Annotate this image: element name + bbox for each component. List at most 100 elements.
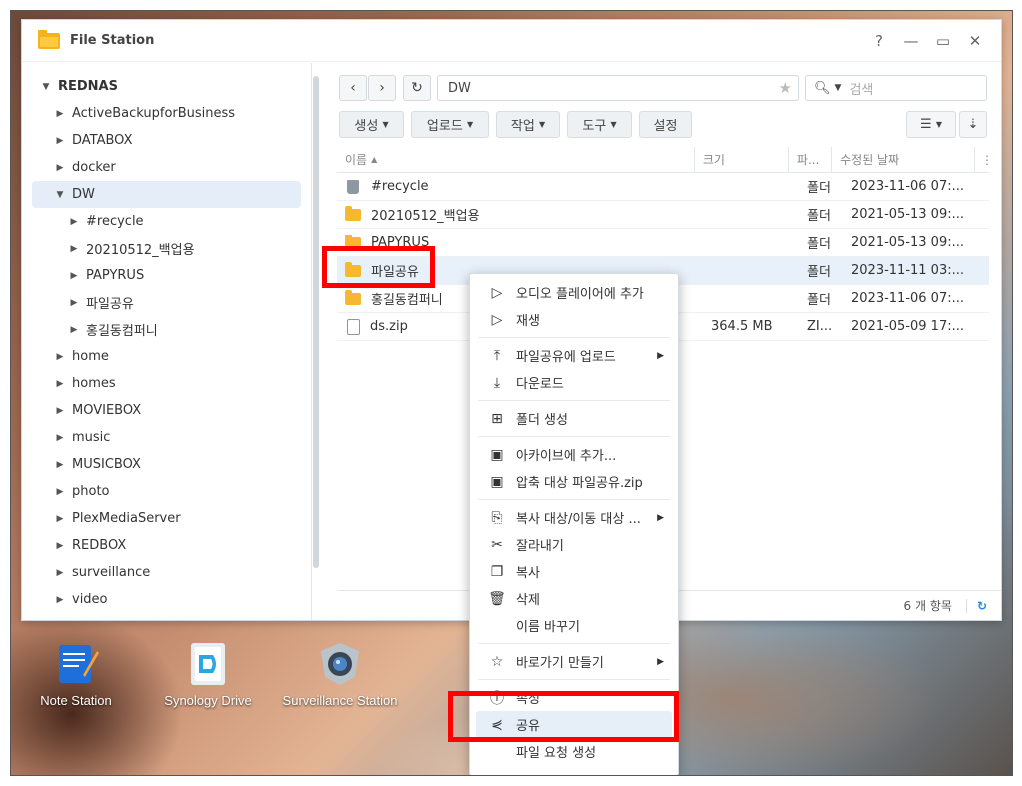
caret-right-icon[interactable]: ▶ [68, 244, 80, 254]
caret-right-icon[interactable]: ▶ [54, 487, 66, 497]
caret-right-icon[interactable]: ▶ [68, 217, 80, 227]
table-row[interactable]: 20210512_백업용 폴더 2021-05-13 09:... [337, 201, 989, 229]
back-button[interactable]: ‹ [339, 75, 367, 101]
menu-item[interactable]: ⓘ 속성 [476, 684, 672, 711]
help-button[interactable]: ? [871, 32, 887, 50]
tree-root[interactable]: ▼ REDNAS [22, 73, 311, 100]
tree-item[interactable]: ▶ PAPYRUS [22, 262, 311, 289]
tree-item-label: DW [72, 187, 95, 202]
header-name[interactable]: 이름 ▲ [337, 147, 695, 172]
caret-right-icon[interactable]: ▶ [54, 136, 66, 146]
menu-item[interactable]: ☆ 바로가기 만들기 ▶ [476, 648, 672, 675]
tools-button[interactable]: 도구 ▼ [567, 111, 632, 138]
tree-item[interactable]: ▶ MOVIEBOX [22, 397, 311, 424]
tree-item[interactable]: ▶ video [22, 586, 311, 613]
column-options-icon[interactable]: ⋮ [975, 147, 993, 172]
menu-item[interactable]: ❐ 복사 [476, 558, 672, 585]
tree-item[interactable]: ▼ DW [32, 181, 301, 208]
desktop-icon-surveillance-station[interactable]: Surveillance Station [270, 641, 410, 708]
create-button[interactable]: 생성 ▼ [339, 111, 404, 138]
table-row[interactable]: PAPYRUS 폴더 2021-05-13 09:... [337, 229, 989, 257]
menu-item[interactable]: ▣ 아카이브에 추가... [476, 441, 672, 468]
menu-item[interactable]: ⤒ 파일공유에 업로드 ▶ [476, 342, 672, 369]
forward-button[interactable]: › [368, 75, 396, 101]
menu-item[interactable]: ⊞ 폴더 생성 [476, 405, 672, 432]
menu-item[interactable]: 파일 요청 생성 [476, 738, 672, 765]
tree-item[interactable]: ▶ 파일공유 [22, 289, 311, 316]
status-refresh-icon[interactable]: ↻ [965, 598, 987, 613]
header-modified[interactable]: 수정된 날짜 [832, 147, 975, 172]
menu-item[interactable]: ⎘ 복사 대상/이동 대상 ... ▶ [476, 504, 672, 531]
caret-right-icon[interactable]: ▶ [54, 406, 66, 416]
caret-right-icon[interactable]: ▶ [54, 541, 66, 551]
tree-item[interactable]: ▶ ActiveBackupforBusiness [22, 100, 311, 127]
action-button[interactable]: 작업 ▼ [496, 111, 560, 138]
search-input[interactable]: 🔍︎ ▼ 검색 [805, 75, 987, 101]
minimize-button[interactable]: — [903, 32, 919, 50]
tree-item[interactable]: ▶ music [22, 424, 311, 451]
star-icon[interactable]: ★ [779, 79, 792, 97]
upload-button[interactable]: 업로드 ▼ [411, 111, 489, 138]
tree-item[interactable]: ▶ REDBOX [22, 532, 311, 559]
tree-item[interactable]: ▶ photo [22, 478, 311, 505]
menu-item[interactable]: ⤓ 다운로드 [476, 369, 672, 396]
menu-item[interactable]: ▣ 압축 대상 파일공유.zip [476, 468, 672, 495]
tree-item-label: MOVIEBOX [72, 403, 142, 418]
caret-down-icon[interactable]: ▼ [40, 82, 52, 92]
info-icon: ⓘ [490, 690, 504, 707]
tree-item[interactable]: ▶ #recycle [22, 208, 311, 235]
context-menu: ▷ 오디오 플레이어에 추가 ▷ 재생 ⤒ 파일공유에 업로드 ▶ ⤓ 다운로드 ⊞ 폴더 생성 ▣ 아… [469, 273, 679, 775]
caret-right-icon[interactable]: ▶ [54, 433, 66, 443]
window-titlebar[interactable]: File Station ? — ▭ ✕ [22, 20, 1001, 62]
tree-item[interactable]: ▶ 홍길동컴퍼니 [22, 316, 311, 343]
menu-item[interactable]: ⋞ 공유 [476, 711, 672, 738]
tree-item[interactable]: ▶ 20210512_백업용 [22, 235, 311, 262]
path-bar[interactable]: DW ★ [437, 75, 799, 101]
tree-item[interactable]: ▶ docker [22, 154, 311, 181]
sidebar-scrollbar[interactable] [313, 76, 319, 568]
refresh-button[interactable]: ↻ [403, 75, 431, 101]
tree-item[interactable]: ▶ surveillance [22, 559, 311, 586]
tree-item[interactable]: ▶ homes [22, 370, 311, 397]
caret-right-icon[interactable]: ▶ [54, 352, 66, 362]
tree-item[interactable]: ▶ MUSICBOX [22, 451, 311, 478]
caret-right-icon[interactable]: ▶ [54, 568, 66, 578]
header-size[interactable]: 크기 [695, 147, 789, 172]
menu-item[interactable]: 🗑︎ 삭제 [476, 585, 672, 612]
header-type[interactable]: 파... [789, 147, 833, 172]
sort-button[interactable]: ⇣ [959, 111, 987, 138]
table-row[interactable]: #recycle 폴더 2023-11-06 07:... [337, 173, 989, 201]
caret-right-icon[interactable]: ▶ [54, 379, 66, 389]
caret-right-icon[interactable]: ▶ [68, 271, 80, 281]
menu-separator [478, 436, 670, 437]
tree-item-label: MUSICBOX [72, 457, 141, 472]
caret-right-icon[interactable]: ▶ [54, 460, 66, 470]
caret-right-icon[interactable]: ▶ [54, 595, 66, 605]
settings-button[interactable]: 설정 [639, 111, 692, 138]
file-name: 20210512_백업용 [371, 209, 480, 224]
scissors-icon: ✂ [491, 536, 503, 553]
play-icon: ▷ [491, 311, 503, 328]
desktop-icon-note-station[interactable]: Note Station [11, 641, 146, 708]
menu-item[interactable]: ▷ 재생 [476, 306, 672, 333]
close-button[interactable]: ✕ [967, 32, 983, 50]
tree-item[interactable]: ▶ home [22, 343, 311, 370]
menu-item[interactable]: ▷ 오디오 플레이어에 추가 [476, 279, 672, 306]
caret-right-icon[interactable]: ▶ [54, 514, 66, 524]
caret-right-icon[interactable]: ▶ [54, 109, 66, 119]
cell-type: 폴더 [807, 265, 831, 280]
caret-down-icon[interactable]: ▼ [54, 190, 66, 200]
caret-right-icon[interactable]: ▶ [68, 325, 80, 335]
new-folder-icon: ⊞ [491, 410, 503, 427]
menu-item[interactable]: 이름 바꾸기 [476, 612, 672, 639]
tree-item[interactable]: ▶ PlexMediaServer [22, 505, 311, 532]
caret-right-icon[interactable]: ▶ [68, 298, 80, 308]
maximize-button[interactable]: ▭ [935, 32, 951, 50]
cell-type: 폴더 [807, 237, 831, 252]
menu-item[interactable]: ✂ 잘라내기 [476, 531, 672, 558]
view-mode-button[interactable]: ☰ ▼ [906, 111, 956, 138]
tree-item[interactable]: ▶ DATABOX [22, 127, 311, 154]
cell-modified: 2021-05-13 09:... [851, 207, 965, 222]
desktop-icon-synology-drive[interactable]: Synology Drive [138, 641, 278, 708]
caret-right-icon[interactable]: ▶ [54, 163, 66, 173]
